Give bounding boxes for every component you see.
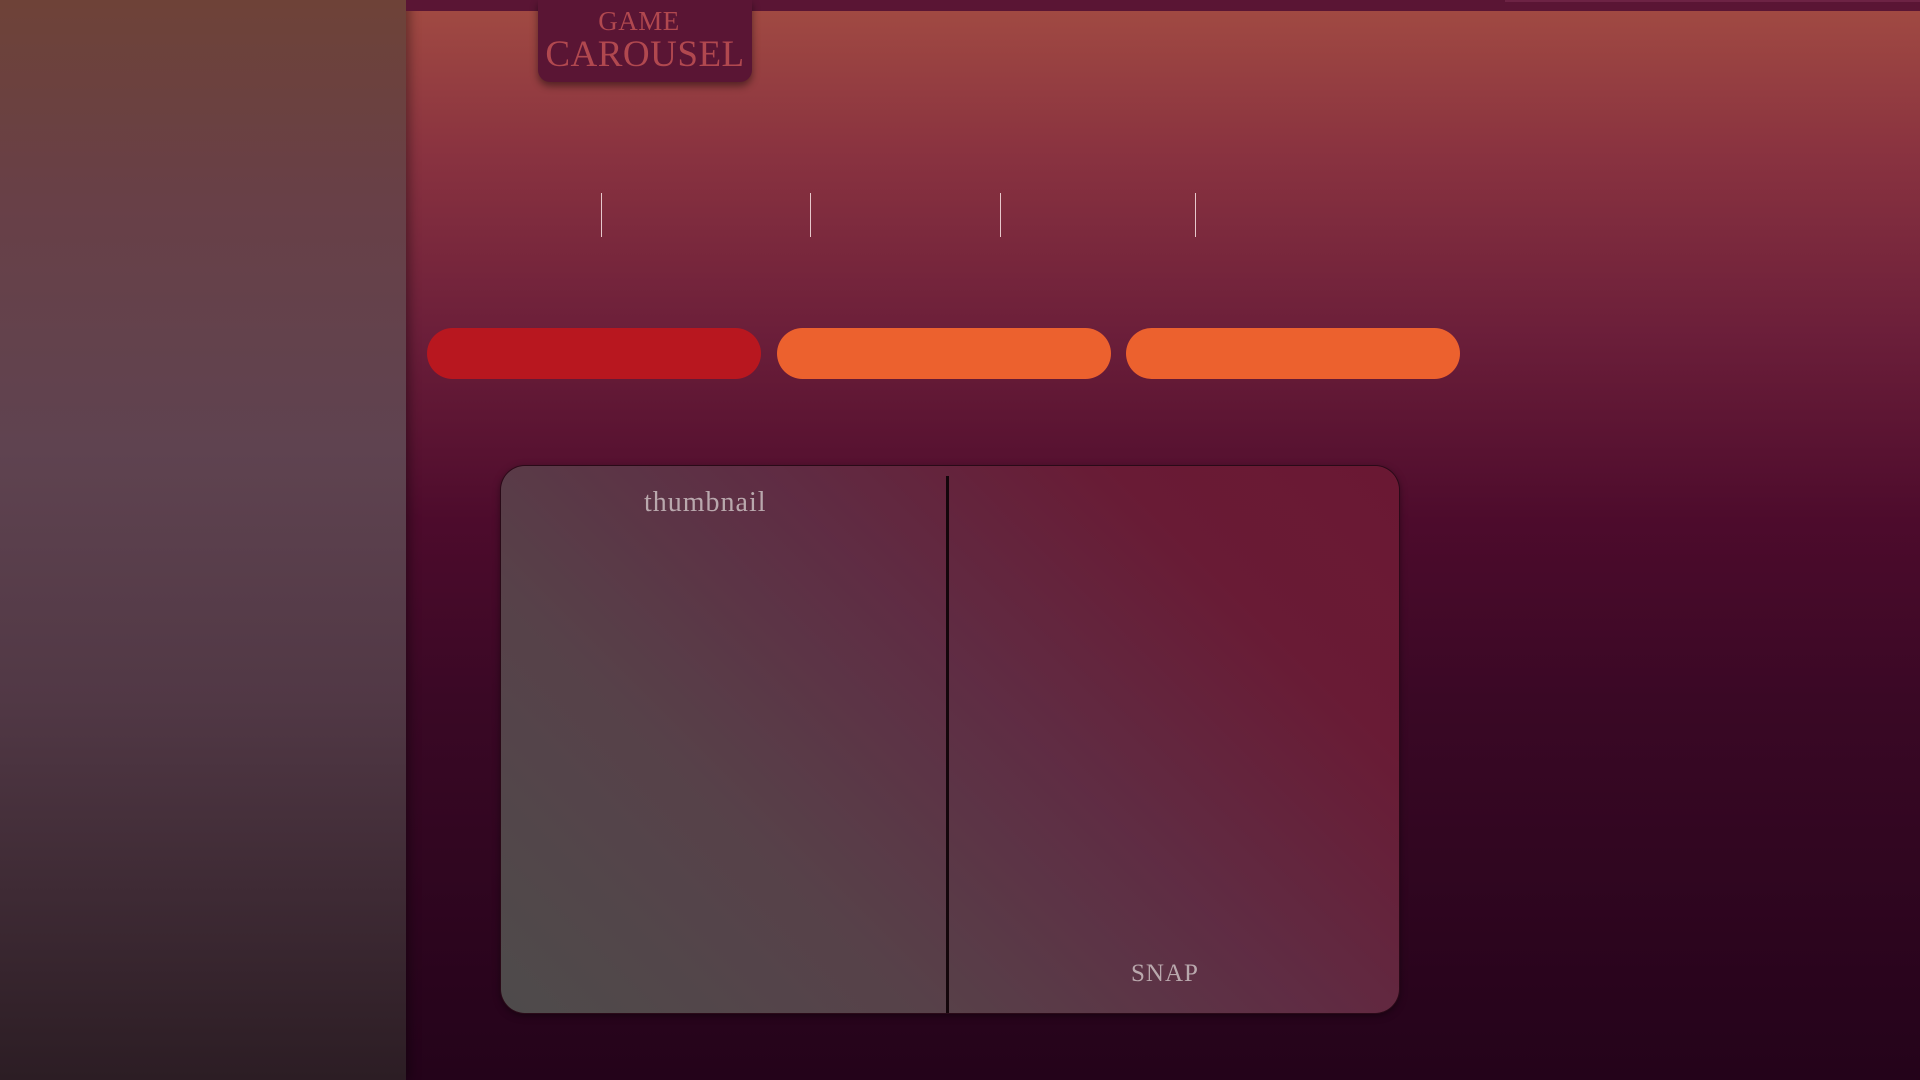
nav-separator	[1195, 193, 1196, 237]
logo[interactable]: GAME CAROUSEL	[538, 0, 752, 82]
card-divider	[946, 476, 949, 1013]
snap-label: SNAP	[1131, 960, 1199, 987]
carousel-indicator-3[interactable]	[1126, 328, 1460, 379]
game-card[interactable]: thumbnail SNAP	[501, 466, 1399, 1013]
nav-separator	[601, 193, 602, 237]
thumbnail-label: thumbnail	[644, 487, 767, 518]
top-bar-accent	[1505, 0, 1920, 2]
logo-text-carousel: CAROUSEL	[545, 34, 745, 75]
nav-separator	[810, 193, 811, 237]
nav-separator	[1000, 193, 1001, 237]
carousel-indicator-2[interactable]	[777, 328, 1111, 379]
carousel-indicator-1[interactable]	[427, 328, 761, 379]
sidebar-panel	[0, 0, 406, 1080]
